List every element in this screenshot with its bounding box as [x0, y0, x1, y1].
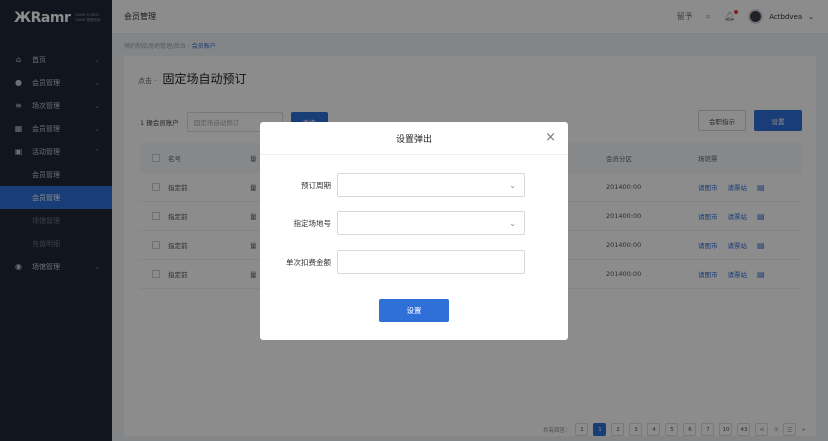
- modal-title: 设置弹出: [395, 134, 432, 145]
- chevron-down-icon: ⌄: [509, 180, 516, 190]
- form-row-amount: 单次扣费金额: [260, 250, 568, 274]
- period-select[interactable]: ⌄: [337, 173, 525, 197]
- court-select[interactable]: ⌄: [337, 211, 525, 235]
- modal-header: 设置弹出 ×: [260, 122, 568, 155]
- court-label: 指定场地号: [293, 218, 332, 228]
- amount-input[interactable]: [337, 250, 525, 274]
- amount-label: 单次扣费金额: [286, 257, 331, 267]
- form-row-court: 指定场地号 ⌄: [260, 211, 568, 235]
- period-label: 预订周期: [301, 180, 331, 190]
- settings-modal: 设置弹出 × 预订周期 ⌄ 指定场地号 ⌄ 单次扣费金额 设置: [260, 122, 568, 340]
- form-row-period: 预订周期 ⌄: [260, 173, 568, 197]
- chevron-down-icon: ⌄: [509, 218, 516, 228]
- close-icon[interactable]: ×: [545, 130, 556, 146]
- modal-submit-button[interactable]: 设置: [379, 299, 449, 322]
